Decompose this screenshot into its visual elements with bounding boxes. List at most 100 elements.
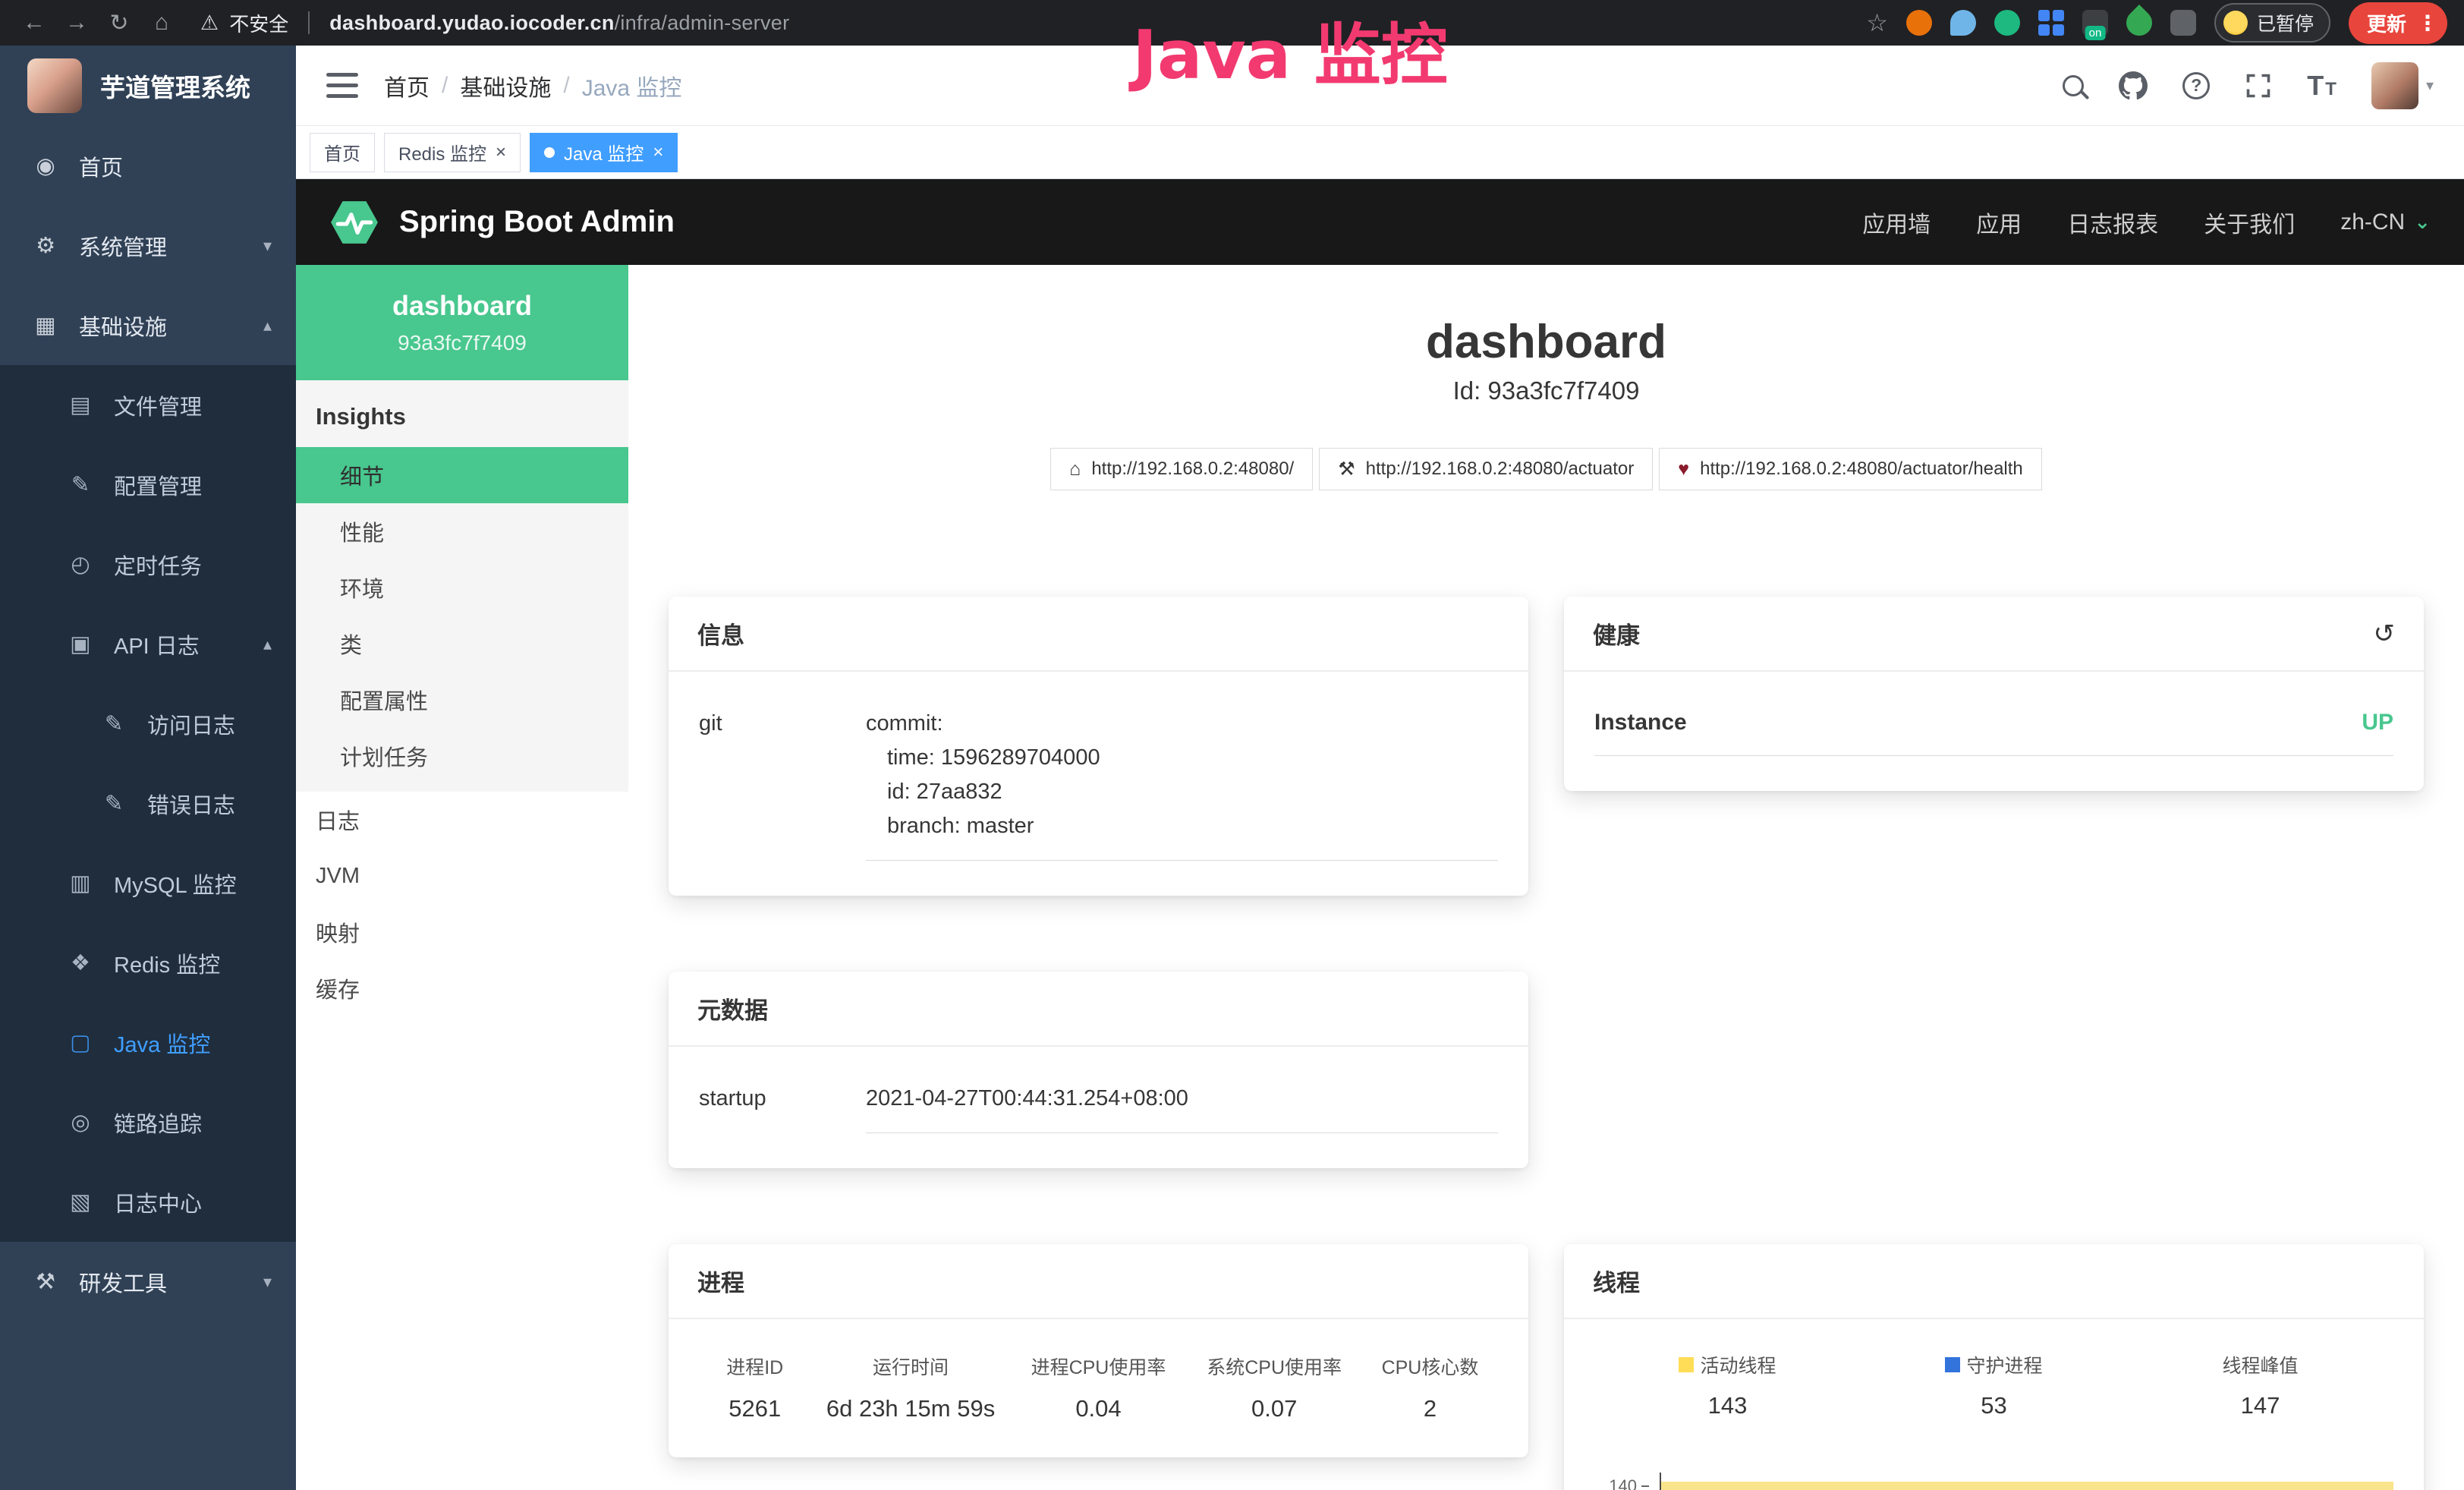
tab-home[interactable]: 首页 (310, 133, 375, 172)
close-icon[interactable]: × (653, 143, 663, 162)
threads-chart: 140 120 100 (1594, 1473, 2393, 1490)
health-row-instance[interactable]: Instance UP (1594, 682, 2393, 756)
extension-drop-icon[interactable] (1950, 10, 1976, 36)
metadata-card-header: 元数据 (669, 972, 1528, 1047)
bookmark-star-icon[interactable]: ☆ (1866, 8, 1888, 37)
sba-language-select[interactable]: zh-CN ⌄ (2340, 209, 2431, 235)
extension-plug-icon[interactable] (2170, 10, 2196, 36)
sba-instance-id: 93a3fc7f7409 (398, 331, 527, 355)
legend-swatch-live (1679, 1357, 1694, 1372)
sba-side-item-details[interactable]: 细节 (296, 447, 628, 503)
chrome-menu-icon[interactable]: ⋮ (2417, 11, 2438, 36)
instance-base-url-link[interactable]: ⌂ http://192.168.0.2:48080/ (1050, 448, 1313, 490)
sba-body: dashboard 93a3fc7f7409 Insights 细节 性能 环境… (296, 265, 2464, 1490)
search-icon[interactable] (2063, 75, 2084, 96)
browser-address-bar[interactable]: ⚠ 不安全 dashboard.yudao.iocoder.cn/infra/a… (200, 9, 789, 37)
process-col-label: 进程ID (699, 1353, 810, 1380)
sba-instance-header[interactable]: dashboard 93a3fc7f7409 (296, 265, 628, 380)
annotation-overlay-text: Java 监控 (1132, 2, 1448, 98)
breadcrumb-infrastructure[interactable]: 基础设施 (460, 69, 551, 102)
sidebar-item-system-management[interactable]: ⚙ 系统管理 ▾ (0, 206, 296, 285)
threads-peak-value: 147 (2241, 1392, 2280, 1419)
sba-nav-wallboard[interactable]: 应用墙 (1862, 206, 1931, 239)
sba-nav-about[interactable]: 关于我们 (2204, 206, 2295, 239)
sidebar-item-label: 定时任务 (114, 549, 202, 581)
sidebar-item-file-management[interactable]: ▤ 文件管理 (0, 365, 296, 445)
sba-side-item-scheduled-tasks[interactable]: 计划任务 (296, 728, 628, 784)
font-size-icon[interactable]: TT (2307, 70, 2337, 102)
sba-side-item-environment[interactable]: 环境 (296, 559, 628, 616)
app-logo[interactable]: 芋道管理系统 (0, 46, 296, 126)
sidebar-item-label: 系统管理 (79, 230, 167, 262)
sidebar-item-scheduled-tasks[interactable]: ◴ 定时任务 (0, 524, 296, 604)
sidebar-item-redis-monitor[interactable]: ❖ Redis 监控 (0, 923, 296, 1003)
process-card-header: 进程 (669, 1244, 1528, 1319)
extension-grid-icon[interactable] (2038, 10, 2064, 36)
infrastructure-icon: ▦ (32, 312, 59, 339)
sba-nav-journal[interactable]: 日志报表 (2067, 206, 2158, 239)
close-icon[interactable]: × (496, 143, 506, 162)
extension-fox-icon[interactable] (1906, 10, 1932, 36)
breadcrumb-home[interactable]: 首页 (384, 69, 430, 102)
trace-icon: ◎ (67, 1109, 94, 1136)
redis-icon: ❖ (67, 950, 94, 976)
git-commit-id: id: 27aa832 (866, 775, 1498, 809)
sidebar-item-home[interactable]: ◉ 首页 (0, 126, 296, 206)
history-icon[interactable]: ↺ (2374, 619, 2396, 649)
threads-card-body: 活动线程 143 守护进程 53 线程峰值 14 (1564, 1319, 2424, 1490)
tab-java-monitor[interactable]: Java 监控 × (530, 133, 678, 172)
admin-menu: ◉ 首页 ⚙ 系统管理 ▾ ▦ 基础设施 ▴ ▤ 文件管理 ✎ 配置管 (0, 126, 296, 1490)
profile-paused-badge[interactable]: 已暂停 (2214, 3, 2330, 43)
sidebar-item-java-monitor[interactable]: ▢ Java 监控 (0, 1003, 296, 1082)
user-avatar[interactable]: ▾ (2371, 62, 2434, 109)
sba-side-item-performance[interactable]: 性能 (296, 503, 628, 559)
sba-side-item-mappings[interactable]: 映射 (296, 904, 628, 960)
tab-redis-monitor[interactable]: Redis 监控 × (384, 133, 521, 172)
process-col-label: 系统CPU使用率 (1186, 1353, 1362, 1380)
extension-switch-icon[interactable]: on (2082, 10, 2108, 36)
instance-actuator-link[interactable]: ⚒ http://192.168.0.2:48080/actuator (1319, 448, 1653, 490)
help-icon[interactable]: ? (2182, 72, 2210, 99)
hamburger-icon[interactable] (326, 73, 358, 98)
extension-green-circle-icon[interactable] (1994, 10, 2020, 36)
browser-reload-button[interactable]: ↻ (102, 5, 137, 40)
github-icon[interactable] (2119, 71, 2148, 100)
sba-brand-title[interactable]: Spring Boot Admin (399, 205, 675, 239)
sba-side-item-caches[interactable]: 缓存 (296, 960, 628, 1016)
sba-instance-name: dashboard (392, 290, 532, 322)
info-value: commit: time: 1596289704000 id: 27aa832 … (866, 707, 1498, 861)
sba-side-item-logs[interactable]: 日志 (296, 792, 628, 848)
sba-nav: 应用墙 应用 日志报表 关于我们 zh-CN ⌄ (1862, 206, 2431, 239)
info-card-title: 信息 (697, 616, 744, 650)
sidebar-item-error-logs[interactable]: ✎ 错误日志 (0, 764, 296, 843)
sidebar-item-tracing[interactable]: ◎ 链路追踪 (0, 1082, 296, 1162)
fullscreen-icon[interactable] (2245, 72, 2272, 99)
extension-leaf-icon[interactable] (2121, 5, 2157, 41)
user-avatar-image (2371, 62, 2418, 109)
sidebar-item-mysql-monitor[interactable]: ▥ MySQL 监控 (0, 843, 296, 923)
sidebar-item-log-center[interactable]: ▧ 日志中心 (0, 1162, 296, 1242)
threads-card-title: 线程 (1593, 1264, 1640, 1298)
chrome-update-button[interactable]: 更新 ⋮ (2349, 2, 2447, 44)
sidebar-item-config-management[interactable]: ✎ 配置管理 (0, 445, 296, 524)
sidebar-item-api-logs[interactable]: ▣ API 日志 ▴ (0, 604, 296, 684)
instance-health-link[interactable]: ♥ http://192.168.0.2:48080/actuator/heal… (1659, 448, 2042, 490)
sidebar-item-access-logs[interactable]: ✎ 访问日志 (0, 684, 296, 764)
sba-nav-applications[interactable]: 应用 (1976, 206, 2022, 239)
breadcrumb-separator: / (442, 73, 448, 99)
profile-smiley-icon (2223, 11, 2248, 35)
process-card-title: 进程 (697, 1264, 744, 1298)
browser-home-button[interactable]: ⌂ (144, 5, 179, 40)
sidebar-item-infrastructure[interactable]: ▦ 基础设施 ▴ (0, 285, 296, 365)
sidebar-item-dev-tools[interactable]: ⚒ 研发工具 ▾ (0, 1242, 296, 1321)
browser-forward-button[interactable]: → (59, 5, 94, 40)
sidebar-item-label: 研发工具 (79, 1266, 167, 1298)
sba-insights-title: Insights (296, 380, 628, 447)
sba-side-item-jvm[interactable]: JVM (296, 848, 628, 904)
sba-side-item-classes[interactable]: 类 (296, 616, 628, 672)
sba-side-item-config-props[interactable]: 配置属性 (296, 672, 628, 728)
page-url[interactable]: dashboard.yudao.iocoder.cn/infra/admin-s… (329, 11, 789, 35)
browser-back-button[interactable]: ← (17, 5, 52, 40)
breadcrumb-current: Java 监控 (582, 69, 682, 102)
process-col-value: 5261 (699, 1395, 810, 1422)
